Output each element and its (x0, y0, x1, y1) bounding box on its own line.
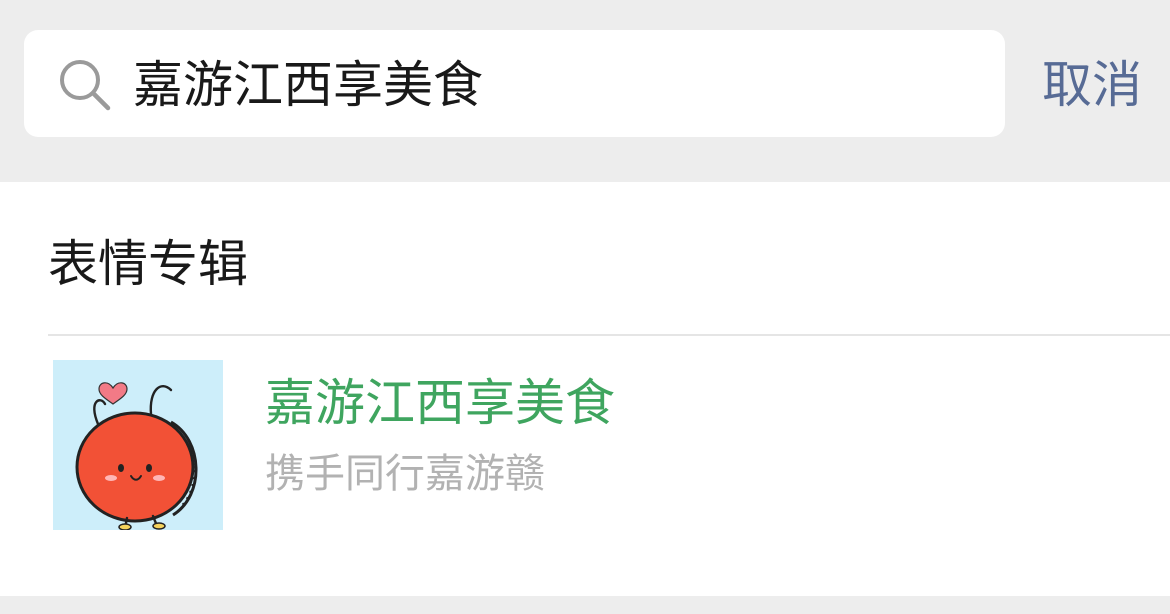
search-input[interactable]: 嘉游江西享美食 (133, 52, 483, 118)
sticker-album-item[interactable]: 嘉游江西享美食 携手同行嘉游赣 (0, 336, 1170, 596)
sticker-thumbnail (53, 360, 223, 530)
result-title: 嘉游江西享美食 (265, 374, 615, 432)
search-icon (60, 60, 111, 111)
search-results: 表情专辑 嘉游江西享美食 携手同行嘉游赣 (0, 182, 1170, 596)
search-bar: 嘉游江西享美食 取消 (0, 0, 1170, 182)
cancel-button[interactable]: 取消 (1042, 52, 1142, 118)
bottom-spacer (0, 596, 1170, 614)
section-title: 表情专辑 (48, 235, 248, 293)
result-subtitle: 携手同行嘉游赣 (265, 451, 545, 497)
